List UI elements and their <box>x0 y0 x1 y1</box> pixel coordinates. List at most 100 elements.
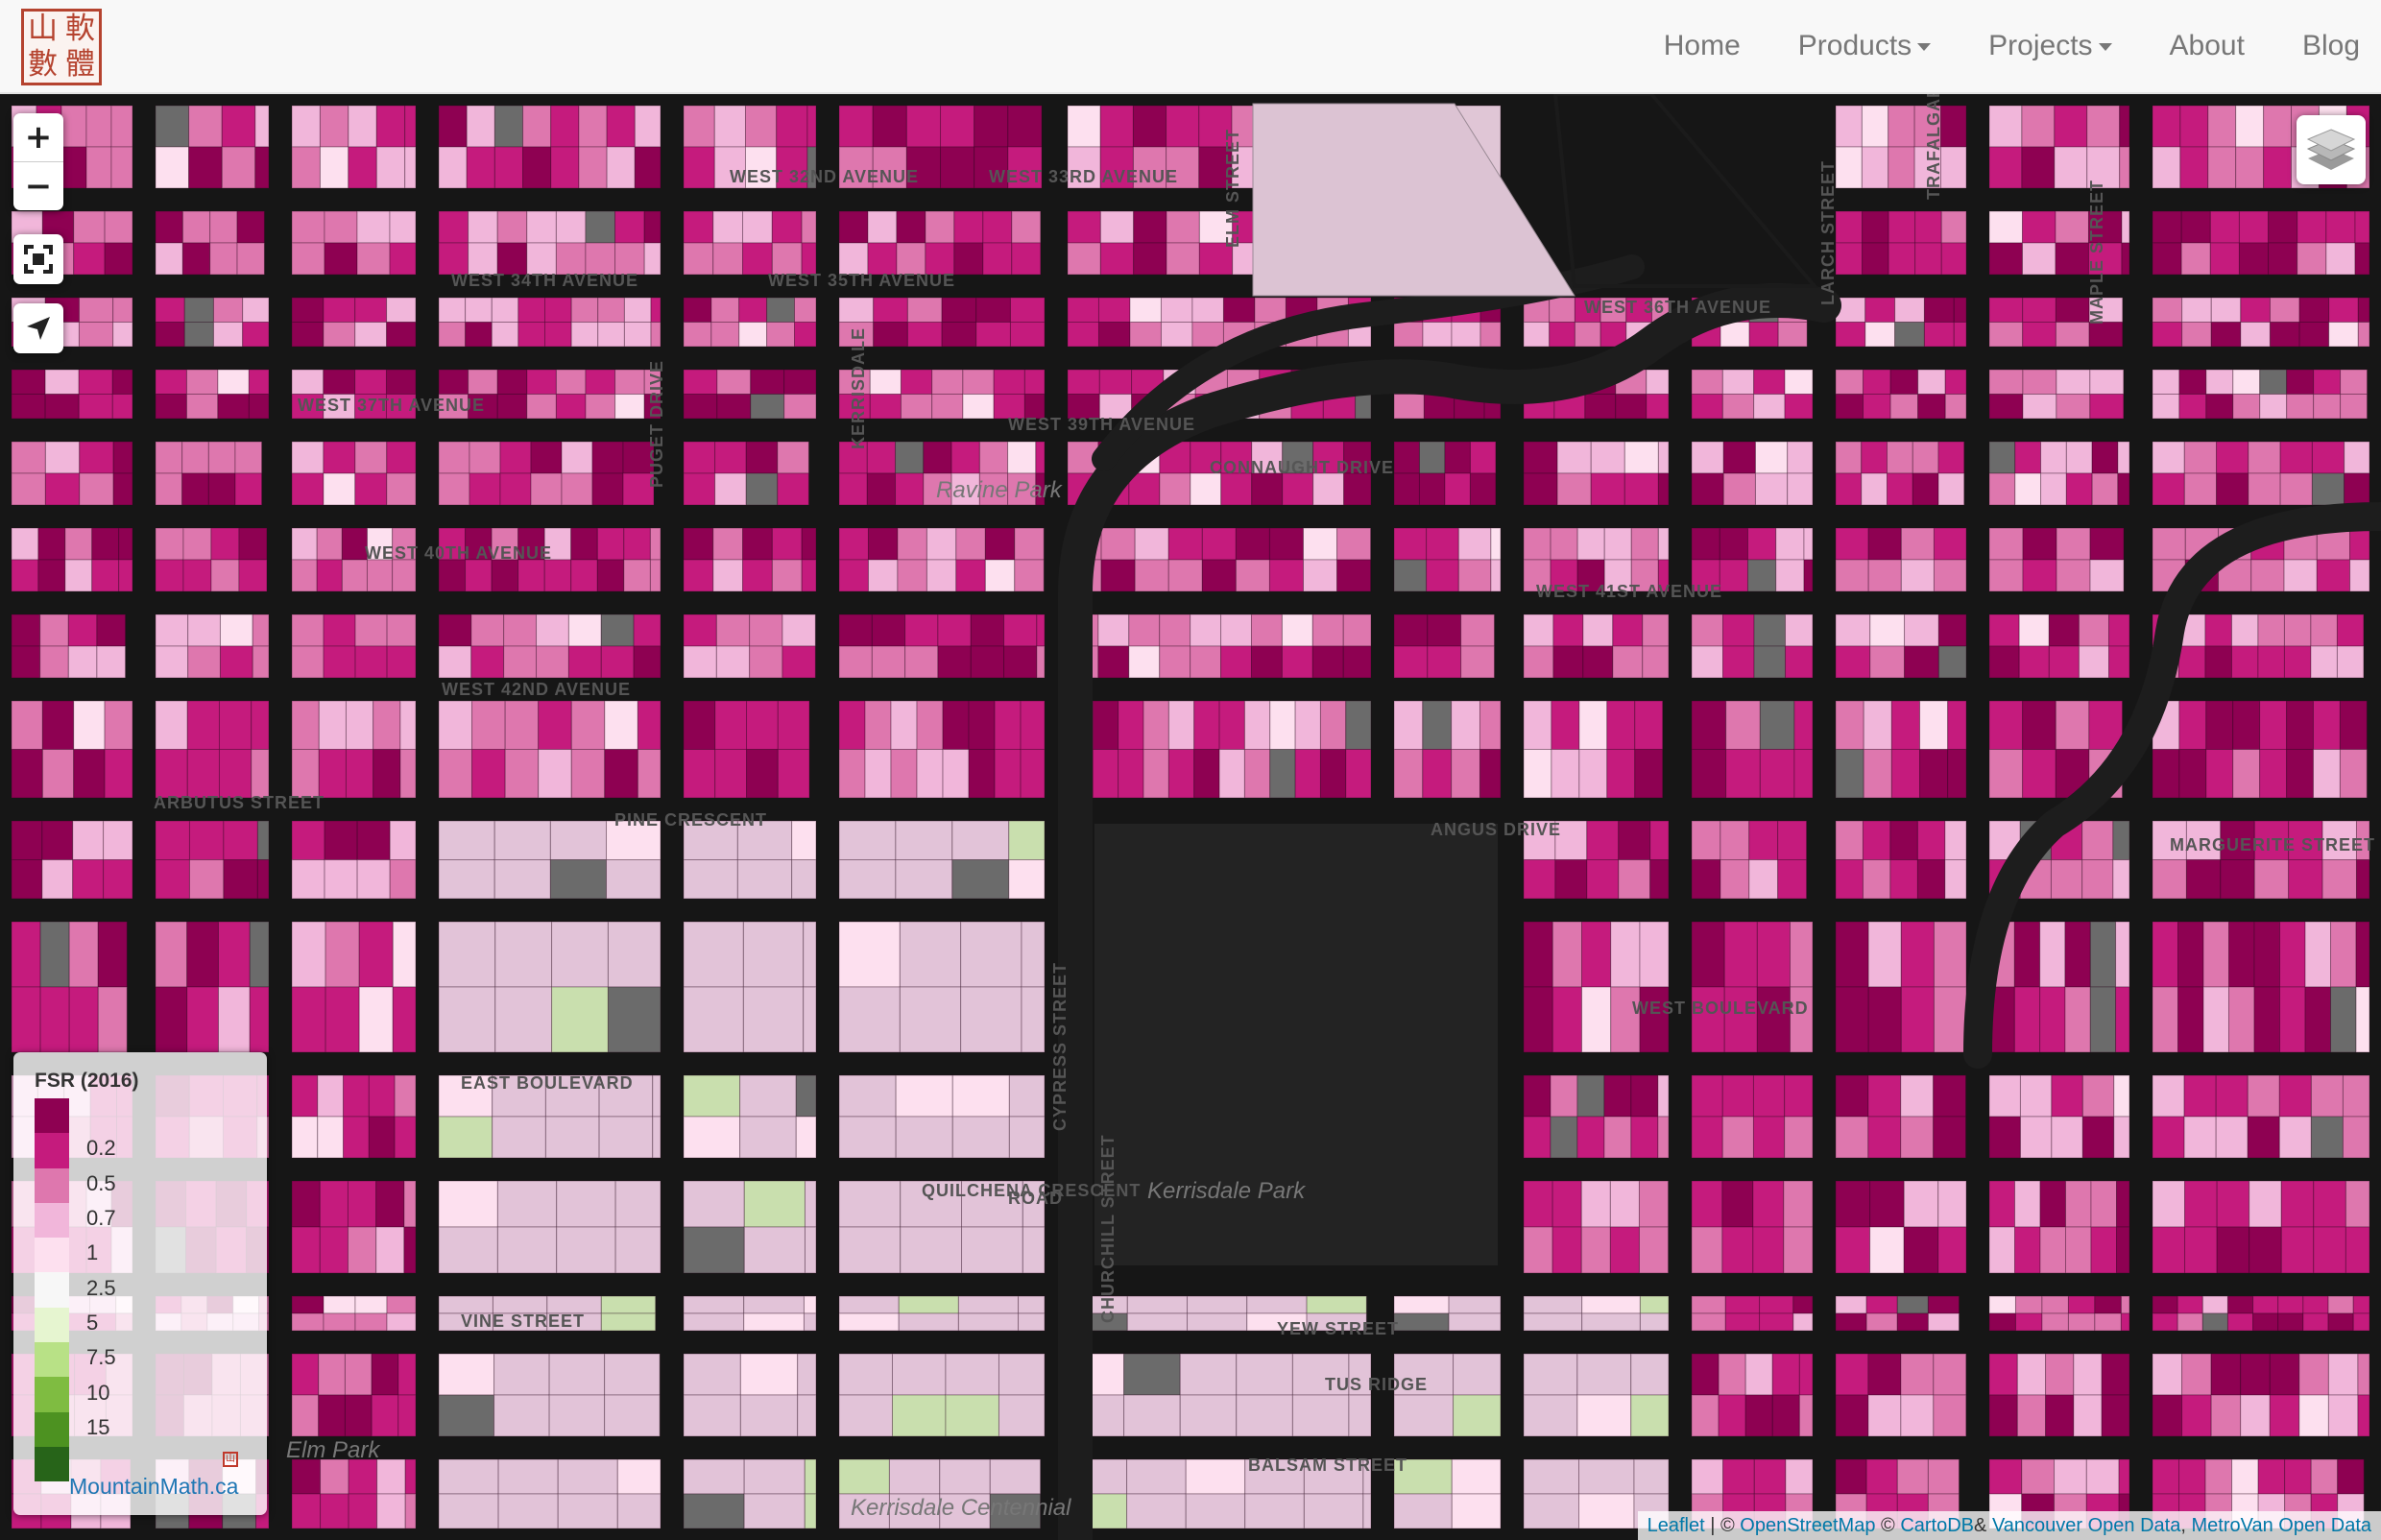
parcel[interactable] <box>2152 1458 2180 1495</box>
parcel[interactable] <box>2121 242 2130 276</box>
parcel[interactable] <box>2240 1394 2271 1437</box>
parcel[interactable] <box>596 527 625 561</box>
parcel[interactable] <box>1218 749 1245 799</box>
parcel[interactable] <box>1554 859 1588 900</box>
parcel[interactable] <box>970 614 1005 647</box>
parcel[interactable] <box>1343 472 1372 506</box>
parcel[interactable] <box>1457 527 1492 561</box>
parcel[interactable] <box>606 859 661 900</box>
parcel[interactable] <box>438 859 495 900</box>
parcel[interactable] <box>323 1295 356 1314</box>
parcel[interactable] <box>2091 441 2119 474</box>
parcel[interactable] <box>356 859 391 900</box>
parcel[interactable] <box>776 105 808 148</box>
parcel[interactable] <box>155 105 190 148</box>
parcel[interactable] <box>2088 322 2124 348</box>
parcel[interactable] <box>975 297 1011 323</box>
parcel[interactable] <box>1023 369 1046 395</box>
parcel[interactable] <box>2067 1295 2096 1314</box>
carto-link[interactable]: CartoDB <box>1900 1515 1974 1537</box>
parcel[interactable] <box>209 210 238 244</box>
parcel[interactable] <box>376 1458 406 1495</box>
parcel[interactable] <box>1269 700 1296 750</box>
parcel[interactable] <box>1944 369 1967 395</box>
parcel[interactable] <box>1988 1295 2016 1314</box>
parcel[interactable] <box>974 105 1009 148</box>
parcel[interactable] <box>1179 1394 1238 1437</box>
parcel[interactable] <box>491 322 519 348</box>
parcel[interactable] <box>968 749 996 799</box>
parcel[interactable] <box>2152 146 2181 189</box>
parcel[interactable] <box>2021 210 2056 244</box>
parcel[interactable] <box>714 700 748 750</box>
parcel[interactable] <box>1867 1074 1902 1118</box>
parcel[interactable] <box>738 322 768 348</box>
parcel[interactable] <box>1523 1394 1578 1437</box>
parcel[interactable] <box>771 527 803 561</box>
parcel[interactable] <box>1166 242 1200 276</box>
parcel[interactable] <box>803 921 817 988</box>
parcel[interactable] <box>354 1312 388 1332</box>
parcel[interactable] <box>1783 1226 1814 1274</box>
site-logo[interactable]: 山 軟 數 體 <box>21 9 102 85</box>
parcel[interactable] <box>1746 559 1777 592</box>
parcel[interactable] <box>291 1312 325 1332</box>
parcel[interactable] <box>2232 700 2261 750</box>
parcel[interactable] <box>371 1353 399 1396</box>
parcel[interactable] <box>2089 369 2125 395</box>
parcel[interactable] <box>37 559 66 592</box>
parcel[interactable] <box>1719 527 1748 561</box>
parcel[interactable] <box>2101 1394 2130 1437</box>
parcel[interactable] <box>1864 297 1896 323</box>
parcel[interactable] <box>838 527 869 561</box>
parcel[interactable] <box>923 441 952 474</box>
parcel[interactable] <box>404 146 417 189</box>
parcel[interactable] <box>2115 986 2130 1053</box>
parcel[interactable] <box>1771 1394 1800 1437</box>
parcel[interactable] <box>1020 749 1046 799</box>
parcel[interactable] <box>712 527 744 561</box>
parcel[interactable] <box>1201 559 1237 592</box>
parcel[interactable] <box>1469 441 1497 474</box>
parcel[interactable] <box>634 105 661 148</box>
parcel[interactable] <box>2286 369 2315 395</box>
parcel[interactable] <box>984 559 1016 592</box>
parcel[interactable] <box>683 1116 741 1159</box>
parcel[interactable] <box>1312 472 1345 506</box>
parcel[interactable] <box>1523 441 1558 474</box>
parcel[interactable] <box>2298 1353 2329 1396</box>
parcel[interactable] <box>73 242 106 276</box>
parcel[interactable] <box>1988 297 2024 323</box>
parcel[interactable] <box>11 369 46 395</box>
parcel[interactable] <box>1523 986 1553 1053</box>
parcel[interactable] <box>960 986 1022 1053</box>
parcel[interactable] <box>438 472 470 506</box>
parcel[interactable] <box>1988 749 2024 799</box>
parcel[interactable] <box>1691 820 1721 860</box>
parcel[interactable] <box>1067 210 1101 244</box>
parcel[interactable] <box>1128 614 1161 647</box>
parcel[interactable] <box>1933 986 1967 1053</box>
parcel[interactable] <box>975 322 1011 348</box>
parcel[interactable] <box>1933 1394 1967 1437</box>
parcel[interactable] <box>1018 1295 1046 1314</box>
parcel[interactable] <box>1835 322 1866 348</box>
parcel[interactable] <box>750 369 785 395</box>
parcel[interactable] <box>41 700 75 750</box>
parcel[interactable] <box>895 859 953 900</box>
parcel[interactable] <box>354 369 387 395</box>
parcel[interactable] <box>1903 1180 1939 1228</box>
parcel[interactable] <box>1988 146 2023 189</box>
parcel[interactable] <box>2344 472 2370 506</box>
parcel[interactable] <box>1896 1458 1929 1495</box>
parcel[interactable] <box>623 297 652 323</box>
parcel[interactable] <box>1393 322 1424 348</box>
parcel[interactable] <box>73 700 106 750</box>
parcel[interactable] <box>11 394 46 420</box>
parcel[interactable] <box>961 1226 1023 1274</box>
parcel[interactable] <box>585 210 616 244</box>
parcel[interactable] <box>795 1116 817 1159</box>
parcel[interactable] <box>1691 749 1727 799</box>
parcel[interactable] <box>1630 527 1659 561</box>
parcel[interactable] <box>1185 1493 1246 1529</box>
